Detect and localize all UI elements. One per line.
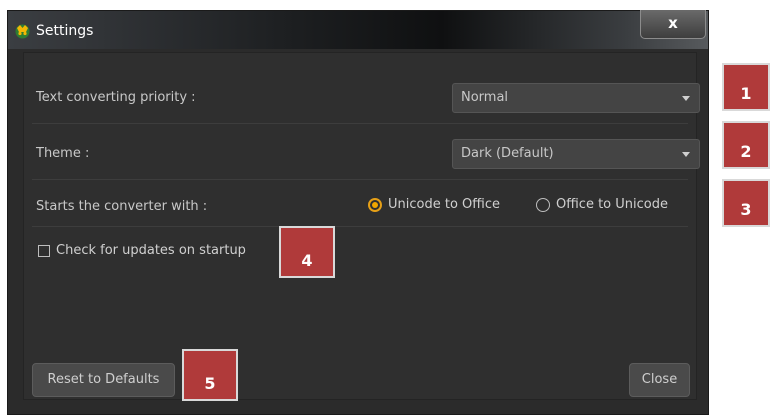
divider: [32, 123, 688, 124]
radio-unicode-to-office[interactable]: Unicode to Office: [368, 196, 528, 216]
annotation-badge: 3: [722, 179, 770, 227]
theme-select-value: Dark (Default): [461, 146, 554, 161]
settings-window: Settings x Text converting priority : No…: [7, 10, 709, 415]
radio-unselected-icon: [536, 198, 550, 212]
window-title: Settings: [36, 23, 94, 39]
divider: [32, 226, 688, 227]
chevron-down-icon: [682, 96, 690, 101]
close-button[interactable]: Close: [629, 363, 690, 397]
annotation-badge: 4: [279, 226, 335, 278]
theme-label: Theme :: [36, 146, 90, 161]
annotation-badge: 1: [722, 63, 770, 111]
chevron-down-icon: [682, 152, 690, 157]
check-updates-label: Check for updates on startup: [56, 243, 246, 258]
settings-panel: Text converting priority : Normal Theme …: [23, 52, 700, 400]
priority-select-value: Normal: [461, 90, 509, 105]
radio-label: Unicode to Office: [388, 197, 500, 212]
check-updates-checkbox[interactable]: [38, 245, 50, 257]
radio-office-to-unicode[interactable]: Office to Unicode: [536, 196, 696, 216]
title-bar[interactable]: Settings x: [8, 10, 708, 49]
annotation-badge: 2: [722, 121, 770, 169]
start-mode-label: Starts the converter with :: [36, 199, 208, 214]
theme-select[interactable]: Dark (Default): [452, 139, 700, 169]
radio-selected-icon: [368, 198, 382, 212]
app-icon: [15, 24, 30, 39]
divider: [32, 179, 688, 180]
radio-label: Office to Unicode: [556, 197, 668, 212]
window-close-button[interactable]: x: [640, 10, 706, 39]
annotation-badge: 5: [182, 349, 238, 401]
priority-select[interactable]: Normal: [452, 83, 700, 113]
priority-label: Text converting priority :: [36, 90, 196, 105]
reset-defaults-button[interactable]: Reset to Defaults: [32, 363, 175, 397]
